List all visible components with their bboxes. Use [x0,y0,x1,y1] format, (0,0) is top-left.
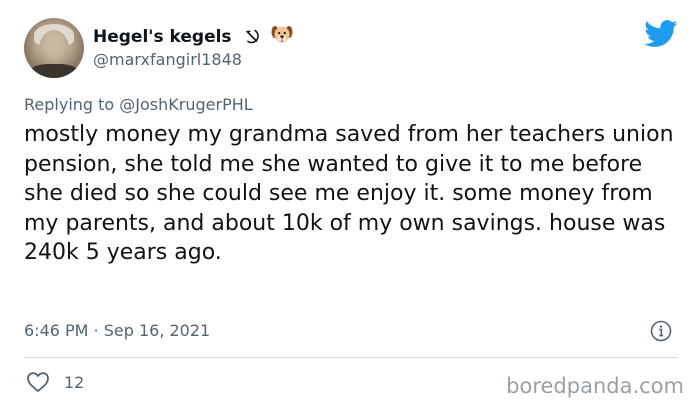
like-count: 12 [64,373,85,392]
tweet-card: Hegel's kegels @marxfangirl1848 Replying… [0,0,700,410]
twitter-bird-icon[interactable] [644,20,678,48]
tweet-text: mostly money my grandma saved from her t… [24,122,674,265]
reply-mention-link[interactable]: @JoshKrugerPHL [119,95,252,114]
display-name[interactable]: Hegel's kegels [93,24,293,49]
watermark: boredpanda.com [506,374,684,398]
hammer-sickle-icon [243,28,260,49]
replying-to: Replying to @JoshKrugerPHL [24,95,253,115]
display-name-text: Hegel's kegels [93,27,232,47]
info-icon[interactable] [650,320,672,342]
replying-to-label: Replying to [24,95,115,114]
avatar[interactable] [24,18,84,78]
tweet-timestamp[interactable]: 6:46 PM · Sep 16, 2021 [24,321,210,341]
divider [24,357,678,358]
user-handle[interactable]: @marxfangirl1848 [93,50,242,70]
heart-icon[interactable] [26,371,50,393]
dog-face-icon [271,24,293,49]
